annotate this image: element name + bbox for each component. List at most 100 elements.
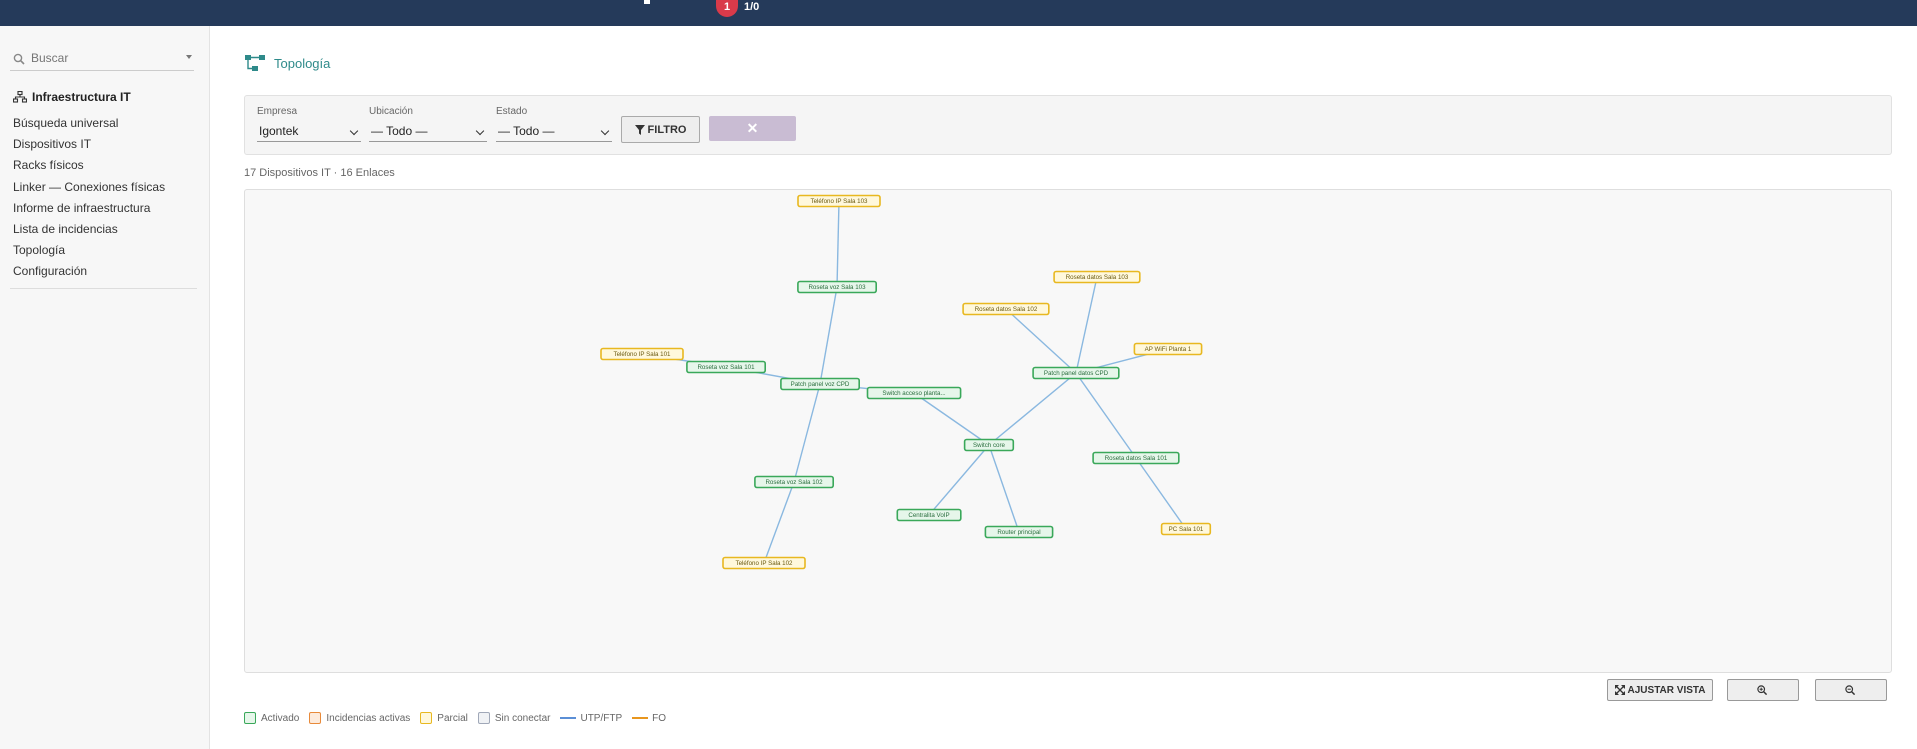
status-filter: Estado — Todo — [496, 106, 612, 142]
topology-link-ppd-rd102 [1005, 308, 1077, 374]
network-icon [13, 91, 27, 103]
topology-node-rv102[interactable]: Roseta voz Sala 102 [754, 475, 834, 489]
search-dropdown-icon[interactable] [186, 55, 192, 59]
sidebar-nav: Búsqueda universal Dispositivos IT Racks… [13, 113, 165, 283]
legend-utp-label: UTP/FTP [580, 712, 623, 724]
topology-node-rtr[interactable]: Router principal [984, 525, 1054, 539]
topology-node-ppd[interactable]: Patch panel datos CPD [1032, 366, 1120, 380]
company-select[interactable]: Igontek [257, 122, 361, 142]
zoom-out-button[interactable] [1815, 679, 1887, 701]
menu-caret-icon[interactable] [644, 0, 650, 4]
search-input[interactable] [31, 51, 171, 65]
filter-panel: Empresa Igontek Ubicación — Todo — Estad… [244, 95, 1892, 155]
sidebar-item-linker[interactable]: Linker — Conexiones físicas [13, 177, 165, 198]
legend-disconnected: Sin conectar [477, 712, 551, 724]
page-title-text: Topología [274, 55, 331, 71]
sidebar-item-it-devices[interactable]: Dispositivos IT [13, 134, 165, 155]
legend-disconnected-label: Sin conectar [494, 712, 551, 724]
topology-node-label: PC Sala 101 [1169, 526, 1204, 533]
legend-utp: UTP/FTP [560, 713, 622, 724]
search-icon [13, 53, 25, 65]
sidebar-item-physical-racks[interactable]: Racks físicos [13, 155, 165, 176]
funnel-icon [634, 124, 645, 135]
topology-node-label: Patch panel datos CPD [1044, 370, 1109, 377]
topology-node-label: Switch acceso planta... [882, 390, 946, 397]
topology-link-ppv-rv102 [793, 383, 821, 483]
topology-node-label: Roseta datos Sala 102 [975, 306, 1038, 313]
topology-node-ppv[interactable]: Patch panel voz CPD [780, 377, 861, 391]
topology-node-label: Teléfono IP Sala 103 [811, 198, 869, 205]
notification-badge[interactable]: 1 [716, 0, 738, 17]
sidebar-search[interactable] [10, 50, 194, 71]
topology-canvas[interactable]: Teléfono IP Sala 103 Roseta voz Sala 103 T… [244, 189, 1892, 673]
legend-utp-line [560, 717, 577, 719]
topology-link-tel103-rv103 [836, 200, 840, 288]
zoom-in-button[interactable] [1727, 679, 1799, 701]
sidebar: Infraestructura IT Búsqueda universal Di… [0, 26, 210, 749]
legend-fo-line [632, 717, 649, 719]
location-filter-label: Ubicación [369, 106, 413, 117]
topology-node-ap[interactable]: AP WiFi Planta 1 [1133, 342, 1203, 356]
topology-node-label: Teléfono IP Sala 101 [614, 351, 672, 358]
legend-incidents-swatch [309, 712, 322, 724]
topology-node-pc101[interactable]: PC Sala 101 [1160, 522, 1212, 536]
topology-link-swa-swc [913, 392, 990, 446]
legend-partial-swatch [420, 712, 433, 724]
topology-node-label: AP WiFi Planta 1 [1145, 346, 1192, 353]
close-icon: ✕ [746, 120, 759, 136]
legend-active-label: Activado [261, 712, 300, 724]
topology-node-tel102[interactable]: Teléfono IP Sala 102 [722, 556, 806, 570]
topology-node-rd103[interactable]: Roseta datos Sala 103 [1053, 270, 1141, 284]
topology-link-swc-pbx [928, 444, 990, 516]
location-select[interactable]: — Todo — [369, 122, 487, 142]
topology-node-rd101[interactable]: Roseta datos Sala 101 [1092, 451, 1180, 465]
topology-node-swc[interactable]: Switch core [963, 438, 1015, 452]
location-filter: Ubicación — Todo — [369, 106, 487, 142]
topology-node-label: Switch core [973, 442, 1006, 449]
chevron-down-icon [475, 126, 485, 136]
company-filter-label: Empresa [257, 106, 298, 117]
topology-node-label: Router principal [997, 529, 1040, 536]
topology-node-label: Roseta voz Sala 102 [765, 479, 823, 486]
chevron-down-icon [349, 126, 359, 136]
top-bar: 1 1/0 [0, 0, 1917, 26]
sidebar-item-settings[interactable]: Configuración [13, 261, 165, 282]
topology-link-rv102-tel102 [763, 481, 795, 564]
company-filter: Empresa Igontek [257, 106, 361, 142]
topology-node-rv101[interactable]: Roseta voz Sala 101 [686, 360, 766, 374]
topology-node-pbx[interactable]: Centralita VoIP [896, 508, 962, 522]
topology-node-tel103[interactable]: Teléfono IP Sala 103 [797, 194, 881, 208]
sidebar-divider [10, 288, 197, 289]
chevron-down-icon [600, 126, 610, 136]
sidebar-item-infra-report[interactable]: Informe de infraestructura [13, 198, 165, 219]
topology-node-rd102[interactable]: Roseta datos Sala 102 [962, 302, 1050, 316]
sidebar-item-topology[interactable]: Topología [13, 240, 165, 261]
topology-node-rv103[interactable]: Roseta voz Sala 103 [797, 280, 878, 294]
topology-node-label: Teléfono IP Sala 102 [736, 560, 794, 567]
status-select[interactable]: — Todo — [496, 122, 612, 142]
topology-node-swa[interactable]: Switch acceso planta... [866, 386, 962, 400]
clear-filter-button[interactable]: ✕ [709, 116, 796, 141]
expand-icon [1614, 685, 1625, 695]
topology-node-label: Roseta datos Sala 103 [1066, 274, 1129, 281]
filter-button-label: FILTRO [647, 123, 687, 136]
main-content: Topología Empresa Igontek Ubicación — To… [210, 26, 1917, 749]
topology-link-ppd-rd103 [1075, 276, 1098, 374]
legend-disconnected-swatch [477, 712, 490, 724]
page-title: Topología [244, 54, 330, 72]
fit-view-button[interactable]: AJUSTAR VISTA [1607, 679, 1713, 701]
topology-node-tel101[interactable]: Teléfono IP Sala 101 [600, 347, 684, 361]
filter-button[interactable]: FILTRO [621, 116, 700, 143]
status-filter-label: Estado [496, 106, 528, 117]
legend-fo-label: FO [652, 712, 667, 724]
sidebar-item-universal-search[interactable]: Búsqueda universal [13, 113, 165, 134]
sidebar-item-incidents[interactable]: Lista de incidencias [13, 219, 165, 240]
topology-link-rv103-ppv [819, 286, 838, 385]
topology-summary: 17 Dispositivos IT · 16 Enlaces [244, 167, 395, 179]
notification-ratio: 1/0 [744, 1, 760, 13]
topology-node-label: Centralita VoIP [908, 512, 949, 519]
company-select-value: Igontek [259, 124, 299, 138]
topology-graph[interactable]: Teléfono IP Sala 103 Roseta voz Sala 103 T… [245, 190, 1891, 672]
legend-incidents-label: Incidencias activas [326, 712, 411, 724]
sidebar-heading[interactable]: Infraestructura IT [13, 90, 131, 104]
